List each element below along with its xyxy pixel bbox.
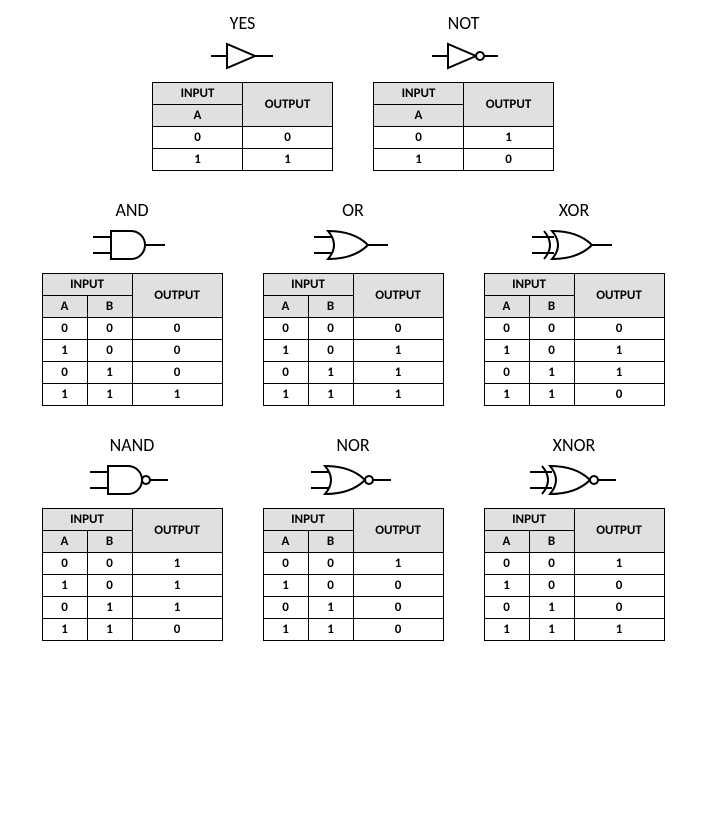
table-row: 101 [42, 575, 222, 597]
table-row: 001 [484, 553, 664, 575]
buffer-gate-icon [203, 36, 283, 76]
row-2: AND INPUTOUTPUT AB 000 100 010 111 OR IN… [12, 199, 694, 406]
gate-not: NOT INPUTOUTPUT A 01 10 [373, 12, 554, 171]
header-input: INPUT [484, 509, 574, 531]
gate-nand-table: INPUTOUTPUT AB 001 101 011 110 [42, 508, 223, 641]
header-b: B [308, 531, 353, 553]
gate-and-title: AND [115, 199, 148, 221]
table-row: 110 [263, 619, 443, 641]
header-a: A [263, 296, 308, 318]
header-b: B [529, 531, 574, 553]
table-row: 010 [42, 362, 222, 384]
header-input: INPUT [42, 509, 132, 531]
gate-nor-title: NOR [336, 434, 369, 456]
gate-xnor: XNOR INPUTOUTPUT AB 001 100 010 111 [484, 434, 665, 641]
table-row: 110 [484, 384, 664, 406]
header-output: OUTPUT [132, 509, 222, 553]
or-gate-icon [308, 223, 398, 267]
header-output: OUTPUT [353, 509, 443, 553]
header-a: A [42, 296, 87, 318]
gate-yes: YES INPUTOUTPUT A 00 11 [152, 12, 333, 171]
header-b: B [87, 531, 132, 553]
table-row: 000 [484, 318, 664, 340]
gate-xor-table: INPUTOUTPUT AB 000 101 011 110 [484, 273, 665, 406]
header-a: A [263, 531, 308, 553]
table-row: 010 [484, 597, 664, 619]
table-row: 011 [484, 362, 664, 384]
table-row: 00 [153, 127, 333, 149]
gate-and: AND INPUTOUTPUT AB 000 100 010 111 [42, 199, 223, 406]
gate-yes-title: YES [230, 12, 256, 34]
header-input: INPUT [153, 83, 243, 105]
header-output: OUTPUT [464, 83, 554, 127]
table-row: 11 [153, 149, 333, 171]
table-row: 100 [42, 340, 222, 362]
gate-or: OR INPUTOUTPUT AB 000 101 011 111 [263, 199, 444, 406]
header-input: INPUT [263, 274, 353, 296]
table-row: 110 [42, 619, 222, 641]
gate-nor: NOR INPUTOUTPUT AB 001 100 010 110 [263, 434, 444, 641]
table-row: 10 [374, 149, 554, 171]
gate-or-table: INPUTOUTPUT AB 000 101 011 111 [263, 273, 444, 406]
header-a: A [484, 531, 529, 553]
header-output: OUTPUT [574, 274, 664, 318]
header-b: B [87, 296, 132, 318]
row-3: NAND INPUTOUTPUT AB 001 101 011 110 NOR … [12, 434, 694, 641]
gate-nor-table: INPUTOUTPUT AB 001 100 010 110 [263, 508, 444, 641]
row-1: YES INPUTOUTPUT A 00 11 NOT INPUTOUTPUT … [12, 12, 694, 171]
gate-not-title: NOT [448, 12, 480, 34]
table-row: 011 [263, 362, 443, 384]
table-row: 101 [263, 340, 443, 362]
header-output: OUTPUT [353, 274, 443, 318]
xor-gate-icon [526, 223, 622, 267]
and-gate-icon [87, 223, 177, 267]
header-output: OUTPUT [243, 83, 333, 127]
table-row: 011 [42, 597, 222, 619]
xnor-gate-icon [524, 458, 624, 502]
header-output: OUTPUT [132, 274, 222, 318]
header-a: A [42, 531, 87, 553]
gate-xnor-table: INPUTOUTPUT AB 001 100 010 111 [484, 508, 665, 641]
table-row: 111 [263, 384, 443, 406]
table-row: 100 [263, 575, 443, 597]
table-row: 000 [42, 318, 222, 340]
table-row: 001 [42, 553, 222, 575]
header-a: A [484, 296, 529, 318]
header-input: INPUT [484, 274, 574, 296]
table-row: 01 [374, 127, 554, 149]
gate-xor: XOR INPUTOUTPUT AB 000 101 011 110 [484, 199, 665, 406]
header-output: OUTPUT [574, 509, 664, 553]
header-a: A [153, 105, 243, 127]
table-row: 111 [484, 619, 664, 641]
gate-not-table: INPUTOUTPUT A 01 10 [373, 82, 554, 171]
table-row: 101 [484, 340, 664, 362]
table-row: 010 [263, 597, 443, 619]
header-input: INPUT [263, 509, 353, 531]
gate-or-title: OR [342, 199, 364, 221]
header-input: INPUT [374, 83, 464, 105]
nand-gate-icon [84, 458, 180, 502]
table-row: 111 [42, 384, 222, 406]
nor-gate-icon [305, 458, 401, 502]
gate-xnor-title: XNOR [553, 434, 596, 456]
gate-and-table: INPUTOUTPUT AB 000 100 010 111 [42, 273, 223, 406]
header-a: A [374, 105, 464, 127]
header-input: INPUT [42, 274, 132, 296]
header-b: B [308, 296, 353, 318]
not-gate-icon [424, 36, 504, 76]
table-row: 100 [484, 575, 664, 597]
gate-yes-table: INPUTOUTPUT A 00 11 [152, 82, 333, 171]
gate-xor-title: XOR [559, 199, 590, 221]
gate-nand: NAND INPUTOUTPUT AB 001 101 011 110 [42, 434, 223, 641]
header-b: B [529, 296, 574, 318]
table-row: 000 [263, 318, 443, 340]
gate-nand-title: NAND [110, 434, 155, 456]
table-row: 001 [263, 553, 443, 575]
